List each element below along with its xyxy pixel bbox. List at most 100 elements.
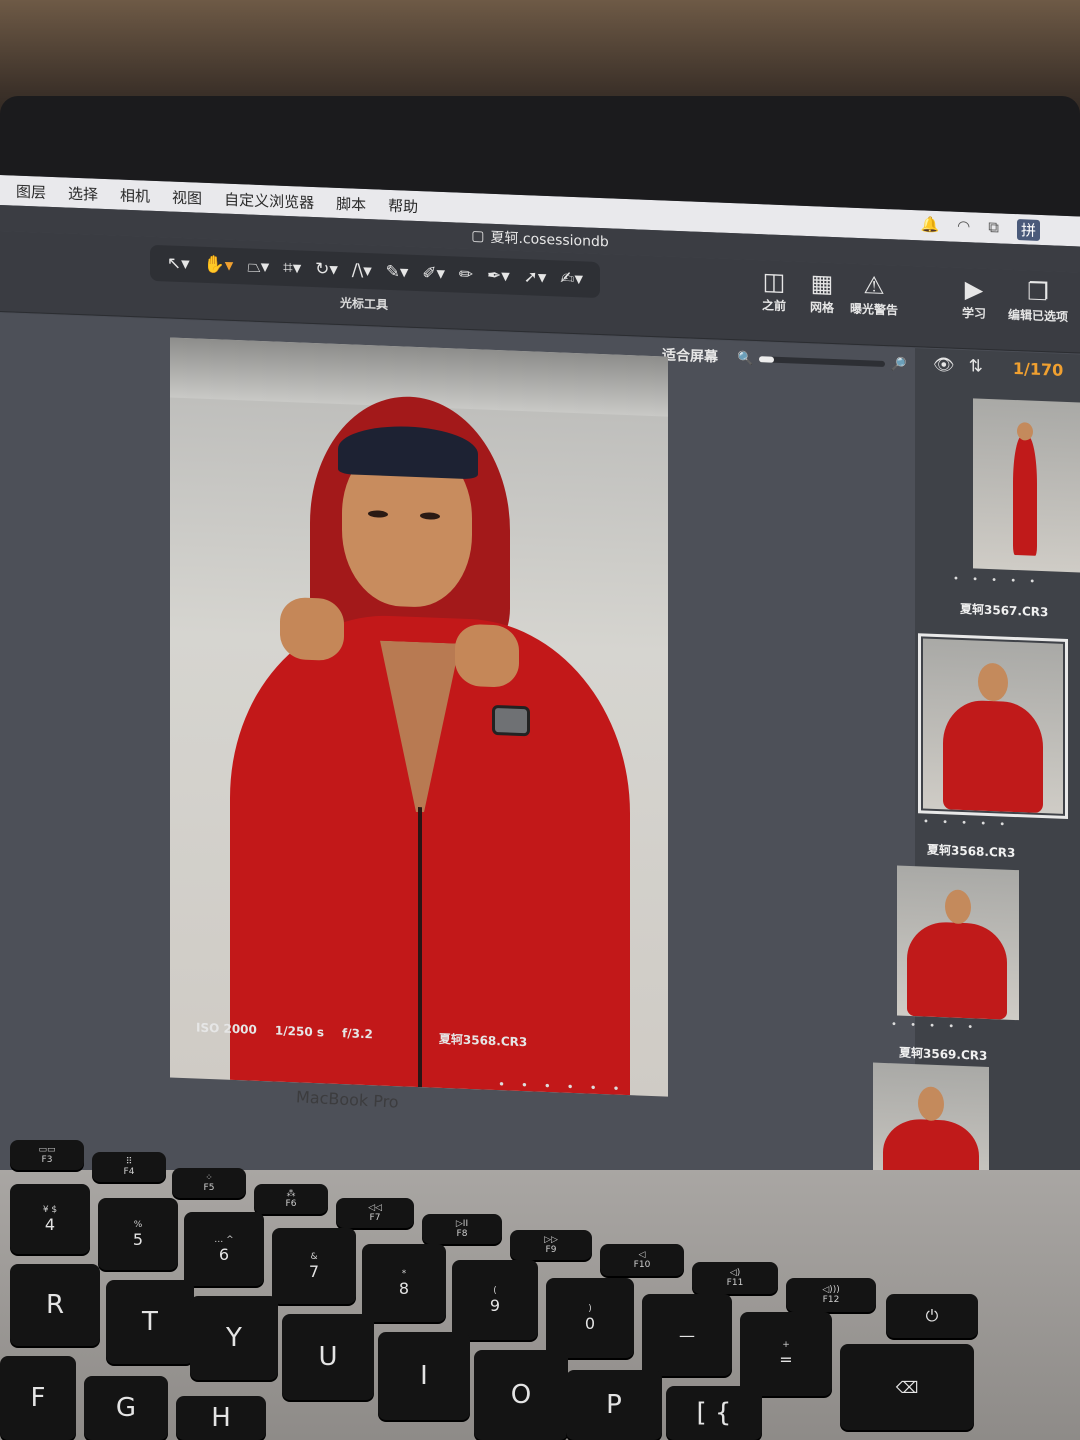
key-f12[interactable]: ◁))) F12: [786, 1278, 876, 1312]
key-label: Y: [226, 1323, 242, 1353]
annotate-icon[interactable]: ✍▾: [560, 269, 583, 290]
zoom-track[interactable]: [759, 356, 885, 367]
thumbnail[interactable]: [897, 865, 1019, 1021]
key-u[interactable]: U: [282, 1314, 374, 1400]
key-f9[interactable]: ▷▷ F9: [510, 1230, 592, 1260]
pointer-tool-icon[interactable]: ↖▾: [167, 253, 190, 274]
warning-icon: ⚠: [863, 271, 885, 300]
key-o[interactable]: O: [474, 1350, 568, 1440]
bell-icon[interactable]: 🔔: [920, 215, 939, 237]
key-label: [ {: [696, 1398, 732, 1428]
color-picker-icon[interactable]: ✒▾: [487, 266, 510, 287]
key-f4[interactable]: ⠿ F4: [92, 1152, 166, 1182]
keystone-tool-icon[interactable]: ⏢▾: [247, 256, 269, 277]
key-top-label: ¥ $: [42, 1204, 58, 1215]
thumbnail-selected[interactable]: [918, 633, 1068, 819]
key-f8[interactable]: ▷II F8: [422, 1214, 502, 1244]
key-label: 7: [308, 1261, 320, 1281]
key-4[interactable]: ¥ $4: [10, 1184, 90, 1254]
key-r[interactable]: R: [10, 1264, 100, 1346]
fit-screen-label[interactable]: 适合屏幕: [662, 344, 718, 366]
key-h[interactable]: H: [176, 1396, 266, 1440]
key-label: 4: [44, 1214, 56, 1234]
key-top-label: … ^: [214, 1234, 234, 1245]
zoom-in-icon[interactable]: 🔎: [891, 357, 907, 373]
eye-icon[interactable]: 👁: [933, 355, 955, 376]
zoom-slider[interactable]: 🔍 🔎: [737, 351, 907, 373]
key-5[interactable]: % 5: [98, 1198, 178, 1270]
key-f7[interactable]: ◁◁ F7: [336, 1198, 414, 1228]
exposure-warning-label: 曝光警告: [850, 301, 899, 318]
grid-button[interactable]: ▦ 网格: [810, 268, 834, 316]
key-t[interactable]: T: [106, 1280, 194, 1364]
key-top-label: +: [782, 1339, 790, 1350]
key-f[interactable]: F: [0, 1356, 76, 1440]
key-7[interactable]: & 7: [272, 1228, 356, 1304]
exposure-warning-button[interactable]: ⚠ 曝光警告: [850, 270, 898, 319]
delete-icon: ⌫: [895, 1377, 919, 1397]
volume-up-icon: ◁))): [822, 1285, 840, 1295]
key-top-label: &: [310, 1251, 318, 1262]
key-6[interactable]: … ^ 6: [184, 1212, 264, 1286]
image-counter: 1/170: [1012, 358, 1064, 380]
power-key[interactable]: ⏻: [886, 1294, 978, 1338]
thumb-figure: [907, 920, 1007, 1020]
zoom-out-icon[interactable]: 🔍: [737, 351, 753, 367]
key-i[interactable]: I: [378, 1332, 470, 1420]
menu-view[interactable]: 视图: [172, 186, 202, 208]
thumbnail[interactable]: [973, 398, 1080, 573]
menu-camera[interactable]: 相机: [120, 184, 150, 206]
main-photo[interactable]: [170, 337, 668, 1097]
menu-help[interactable]: 帮助: [388, 194, 418, 216]
backlight-down-icon: ⁘: [205, 1173, 213, 1183]
play-icon: ▶: [964, 275, 984, 304]
menu-layers[interactable]: 图层: [16, 180, 46, 202]
key-label: P: [606, 1390, 622, 1420]
rotate-tool-icon[interactable]: ↻▾: [315, 259, 338, 280]
crop-tool-icon[interactable]: ⌗▾: [283, 258, 301, 279]
session-file-icon: ▢: [471, 228, 485, 245]
key-p[interactable]: P: [566, 1370, 662, 1440]
brush-tool-icon[interactable]: ✎▾: [386, 262, 409, 283]
before-button[interactable]: ◫ 之前: [762, 266, 786, 314]
key-f3[interactable]: ▭▭ F3: [10, 1140, 84, 1170]
thumb-filename: 夏轲3568.CR3: [927, 842, 1016, 861]
menu-select[interactable]: 选择: [68, 182, 98, 204]
image-viewer: 适合屏幕 🔍 🔎 ISO 2000 1/250 s f/3.2 夏轲3568.C…: [0, 313, 915, 1206]
photo-fist-right: [455, 623, 519, 688]
delete-key[interactable]: ⌫: [840, 1344, 974, 1430]
eraser-tool-icon[interactable]: ✐▾: [422, 263, 445, 284]
wifi-icon[interactable]: ◠: [957, 216, 970, 238]
key-top-label: ): [588, 1303, 592, 1314]
learn-button[interactable]: ▶ 学习: [962, 274, 986, 322]
key-minus[interactable]: —: [642, 1294, 732, 1376]
key-g[interactable]: G: [84, 1376, 168, 1440]
key-f11[interactable]: ◁) F11: [692, 1262, 778, 1294]
edit-selected-button[interactable]: ❐ 编辑已选项: [1008, 276, 1068, 325]
key-9[interactable]: (9: [452, 1260, 538, 1340]
key-0[interactable]: ) 0: [546, 1278, 634, 1358]
input-method-icon[interactable]: 拼: [1016, 218, 1040, 241]
menu-custom-browser[interactable]: 自定义浏览器: [224, 188, 314, 212]
key-equals[interactable]: + =: [740, 1312, 832, 1396]
eyedropper-icon[interactable]: ➚▾: [524, 267, 547, 288]
key-f6[interactable]: ⁂ F6: [254, 1184, 328, 1214]
key-y[interactable]: Y: [190, 1296, 278, 1380]
backlight-up-icon: ⁂: [286, 1189, 296, 1199]
key-bracket[interactable]: [ {: [666, 1386, 762, 1440]
key-8[interactable]: * 8: [362, 1244, 446, 1322]
hand-tool-icon[interactable]: ✋▾: [204, 255, 234, 276]
thumb-rating[interactable]: • • • • •: [923, 816, 1010, 830]
grid-label: 网格: [810, 300, 835, 316]
pen-tool-icon[interactable]: ✏: [459, 265, 473, 286]
key-label: 6: [218, 1244, 230, 1264]
thumb-rating[interactable]: • • • • •: [953, 574, 1040, 588]
key-f5[interactable]: ⁘ F5: [172, 1168, 246, 1198]
key-f10[interactable]: ◁ F10: [600, 1244, 684, 1276]
shutter-value: 1/250 s: [274, 1023, 324, 1040]
sort-icon[interactable]: ⇅: [969, 356, 983, 377]
screen-icon[interactable]: ⧉: [988, 217, 999, 238]
key-label: F9: [545, 1245, 557, 1255]
menu-scripts[interactable]: 脚本: [336, 192, 366, 214]
line-tool-icon[interactable]: /\▾: [352, 261, 372, 282]
